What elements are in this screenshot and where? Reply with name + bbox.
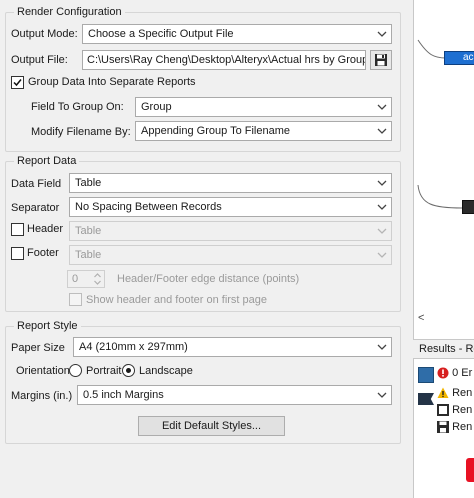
configuration-panel: Render Configuration Output Mode: Choose… <box>0 0 413 498</box>
result-row-warning[interactable]: Ren <box>437 387 472 399</box>
data-field-value: Table <box>75 177 102 189</box>
portrait-label: Portrait <box>86 365 122 377</box>
results-list-icon[interactable] <box>418 367 434 383</box>
field-to-group-label: Field To Group On: <box>31 101 124 113</box>
save-icon <box>437 421 449 434</box>
output-mode-label: Output Mode: <box>11 28 78 40</box>
margins-label: Margins (in.) <box>11 390 73 402</box>
paper-size-dropdown[interactable]: A4 (210mm x 297mm) <box>73 337 392 357</box>
chevron-down-icon <box>377 392 387 398</box>
output-file-value: C:\Users\Ray Cheng\Desktop\Alteryx\Actua… <box>87 54 366 66</box>
modify-filename-dropdown[interactable]: Appending Group To Filename <box>135 121 392 141</box>
spinner-arrows-icon <box>94 273 101 285</box>
warning-icon <box>437 387 449 399</box>
chevron-down-icon <box>377 104 387 110</box>
error-icon <box>437 367 449 379</box>
separator-label: Separator <box>11 202 60 214</box>
landscape-label: Landscape <box>139 365 193 377</box>
result-row-render[interactable]: Ren <box>437 404 473 417</box>
chevron-down-icon <box>377 204 387 210</box>
separator-dropdown[interactable]: No Spacing Between Records <box>69 197 392 217</box>
output-file-input[interactable]: C:\Users\Ray Cheng\Desktop\Alteryx\Actua… <box>82 50 366 70</box>
orientation-label: Orientation <box>16 365 70 377</box>
edit-default-styles-button[interactable]: Edit Default Styles... <box>138 416 285 436</box>
footer-checkbox[interactable] <box>11 247 24 260</box>
header-checkbox[interactable] <box>11 223 24 236</box>
edge-distance-label: Header/Footer edge distance (points) <box>117 273 300 285</box>
footer-dropdown[interactable]: Table <box>69 245 392 265</box>
paper-size-label: Paper Size <box>11 342 65 354</box>
render-tool-icon <box>437 404 449 417</box>
result-row-text: Ren <box>452 404 473 416</box>
results-panel-header: Results - Re <box>413 339 474 359</box>
portrait-radio[interactable] <box>69 364 82 377</box>
chevron-down-icon <box>377 344 387 350</box>
show-header-footer-checkbox[interactable] <box>69 293 82 306</box>
edge-distance-value: 0 <box>72 273 79 285</box>
save-icon <box>375 54 387 66</box>
render-configuration-title: Render Configuration <box>14 6 125 18</box>
header-value: Table <box>75 225 102 237</box>
save-file-button[interactable] <box>370 50 392 70</box>
result-row-save[interactable]: Ren <box>437 421 473 434</box>
result-row-text: 0 Er <box>452 367 473 379</box>
field-to-group-dropdown[interactable]: Group <box>135 97 392 117</box>
group-data-label: Group Data Into Separate Reports <box>28 76 196 88</box>
modify-filename-value: Appending Group To Filename <box>141 125 291 137</box>
modify-filename-label: Modify Filename By: <box>31 126 131 138</box>
chevron-down-icon <box>377 31 387 37</box>
results-title: Results - Re <box>419 343 474 355</box>
result-row-text: Ren <box>452 387 473 399</box>
result-row-errors[interactable]: 0 Er <box>437 367 472 379</box>
group-data-checkbox[interactable] <box>11 76 24 89</box>
chevron-down-icon <box>377 128 387 134</box>
checkmark-icon <box>13 79 22 87</box>
data-field-dropdown[interactable]: Table <box>69 173 392 193</box>
canvas-hscroll-left-arrow[interactable]: < <box>418 312 424 324</box>
data-field-label: Data Field <box>11 178 62 190</box>
header-label: Header <box>27 223 64 235</box>
workflow-tool-node[interactable]: ac <box>444 51 474 65</box>
chevron-down-icon <box>377 252 387 258</box>
workflow-tool-label: ac <box>463 52 474 63</box>
edge-distance-stepper[interactable]: 0 <box>67 270 105 288</box>
field-to-group-value: Group <box>141 101 172 113</box>
report-style-title: Report Style <box>14 320 81 332</box>
landscape-radio[interactable] <box>122 364 135 377</box>
output-mode-value: Choose a Specific Output File <box>88 28 234 40</box>
result-row-text: Ren <box>452 421 473 433</box>
output-mode-dropdown[interactable]: Choose a Specific Output File <box>82 24 392 44</box>
chevron-down-icon <box>377 180 387 186</box>
red-status-indicator <box>466 458 474 482</box>
margins-value: 0.5 inch Margins <box>83 389 164 401</box>
render-tool-node[interactable] <box>462 200 474 214</box>
paper-size-value: A4 (210mm x 297mm) <box>79 341 188 353</box>
report-data-title: Report Data <box>14 155 80 167</box>
margins-dropdown[interactable]: 0.5 inch Margins <box>77 385 392 405</box>
chevron-down-icon <box>377 228 387 234</box>
show-header-footer-label: Show header and footer on first page <box>86 294 268 306</box>
separator-value: No Spacing Between Records <box>75 201 222 213</box>
header-dropdown[interactable]: Table <box>69 221 392 241</box>
output-file-label: Output File: <box>11 54 68 66</box>
footer-label: Footer <box>27 247 59 259</box>
footer-value: Table <box>75 249 102 261</box>
